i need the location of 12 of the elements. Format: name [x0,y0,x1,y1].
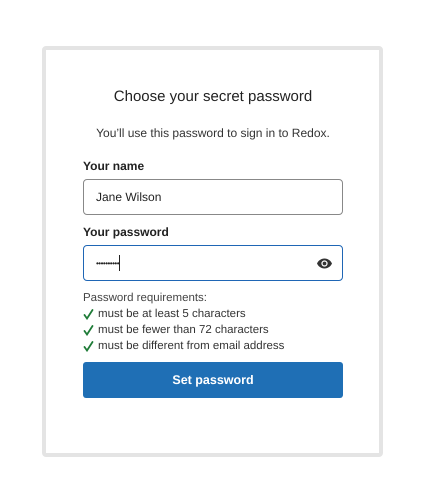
field-label: Your name [83,159,146,173]
field-label: Your password [83,225,170,239]
requirement-text: must be fewer than 72 characters [98,324,269,336]
requirement-text: must be at least 5 characters [98,308,246,320]
requirement-text: must be different from email address [98,340,284,352]
eye-icon[interactable] [317,258,332,268]
requirements-heading: Password requirements: [83,292,208,304]
card-subtitle: You’ll use this password to sign in to Redox. [95,126,331,140]
card-title: Choose your secret password [112,88,314,105]
password-field[interactable]: •••••••••• [83,245,343,281]
name-field[interactable]: Jane Wilson [83,179,343,215]
set-password-button[interactable]: Set password [83,362,343,398]
